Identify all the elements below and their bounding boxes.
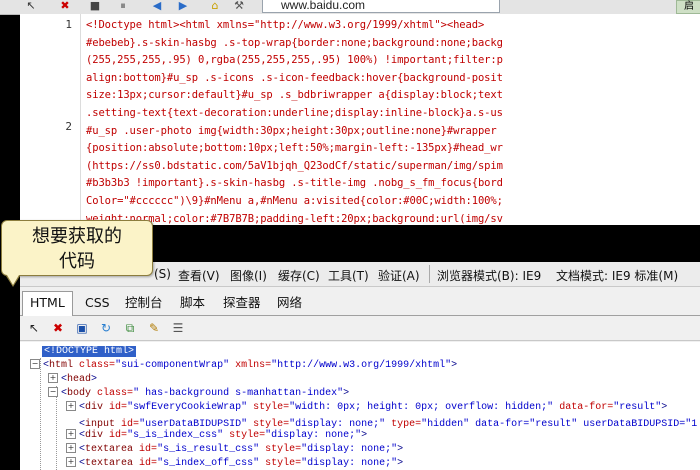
line-number: 2 [65, 120, 72, 133]
tree-node[interactable]: + <div id="s_is_index_css" style="display… [66, 429, 367, 443]
tab-script[interactable]: 脚本 [180, 292, 205, 314]
code-line: Color="#cccccc")\9}#nMenu a,#nMenu a:vis… [86, 194, 503, 207]
tree-node[interactable]: + <textarea id="s_is_result_css" style="d… [66, 443, 403, 457]
tree-node-html[interactable]: − <html class="sui-componentWrap" xmlns="… [30, 359, 457, 373]
code-line: weight:normal;color:#7B7B7B;padding-left… [86, 212, 503, 225]
clear-icon[interactable]: ✖ [50, 320, 66, 336]
dom-icon[interactable]: ⧉ [122, 320, 138, 336]
collapse-icon[interactable]: − [48, 387, 58, 397]
callout-annotation: 想要获取的 代码 [1, 220, 153, 276]
tab-console[interactable]: 控制台 [125, 292, 163, 314]
tree-guide [40, 358, 41, 470]
callout-line: 代码 [59, 251, 95, 272]
address-bar[interactable]: www.baidu.com [262, 0, 500, 13]
code-line: align:bottom}#u_sp .s-icons .s-icon-feed… [86, 71, 503, 84]
code-line: #u_sp .user-photo img{width:30px;height:… [86, 124, 497, 137]
expand-icon[interactable]: + [66, 401, 76, 411]
menu-tools[interactable]: 工具(T) [328, 267, 369, 284]
expand-icon[interactable]: + [66, 429, 76, 439]
source-code: <!Doctype html><html xmlns="http://www.w… [86, 17, 700, 225]
callout-line: 想要获取的 [32, 226, 122, 247]
forward-icon[interactable]: ▶ [176, 0, 190, 12]
dom-tree: <!DOCTYPE html> − <html class="sui-compon… [20, 342, 700, 470]
browser-toolbar: ↖ ✖ ■ ⏸ ◀ ▶ ⌂ ⚒ www.baidu.com 启 [0, 0, 700, 15]
source-view: 1 2 <!Doctype html><html xmlns="http://w… [20, 14, 700, 225]
clear-icon[interactable]: ✖ [58, 0, 72, 12]
back-icon[interactable]: ◀ [150, 0, 164, 12]
line-number: 1 [65, 18, 72, 31]
save-icon[interactable]: ▣ [74, 320, 90, 336]
expand-icon[interactable]: + [66, 457, 76, 467]
menu-images[interactable]: 图像(I) [230, 267, 267, 284]
tab-network[interactable]: 网络 [277, 292, 302, 314]
launch-button[interactable]: 启 [676, 0, 700, 14]
tree-node[interactable]: <input id="userDataBIDUPSID" style="disp… [66, 415, 697, 430]
menu-separator [429, 265, 430, 283]
menu-search[interactable]: (S) [154, 267, 171, 281]
menu-document-mode[interactable]: 文档模式: IE9 标准(M) [556, 267, 678, 284]
developer-tools: (S) 查看(V) 图像(I) 缓存(C) 工具(T) 验证(A) 浏览器模式(… [20, 262, 700, 470]
devtools-tab-bar: HTML CSS 控制台 脚本 探查器 网络 [20, 288, 700, 316]
line-gutter: 1 2 [20, 14, 81, 225]
menu-browser-mode[interactable]: 浏览器模式(B): IE9 [437, 267, 541, 284]
code-line: #b3b3b3 !important}.s-skin-hasbg .s-titl… [86, 177, 503, 190]
pointer-icon[interactable]: ↖ [24, 0, 38, 12]
word-wrap-icon[interactable]: ☰ [170, 320, 186, 336]
tab-css[interactable]: CSS [85, 292, 110, 314]
expand-icon[interactable]: + [66, 443, 76, 453]
tree-node[interactable]: + <div id="swfEveryCookieWrap" style="wid… [66, 401, 667, 415]
devtools-icon-bar: ↖ ✖ ▣ ↻ ⧉ ✎ ☰ [20, 317, 700, 341]
callout-tail-fill [7, 275, 19, 285]
code-line: #ebebeb}.s-skin-hasbg .s-top-wrap{border… [86, 36, 503, 49]
refresh-icon[interactable]: ↻ [98, 320, 114, 336]
tree-node-doctype[interactable]: <!DOCTYPE html> [42, 345, 137, 359]
tree-node[interactable]: + <textarea id="s_index_off_css" style="d… [66, 457, 403, 470]
code-line: size:13px;cursor:default}#u_sp .s_bdbriw… [86, 89, 503, 102]
menu-view[interactable]: 查看(V) [178, 267, 220, 284]
pause-icon[interactable]: ⏸ [116, 0, 130, 12]
stop-icon[interactable]: ■ [88, 0, 102, 12]
code-line: <!Doctype html><html xmlns="http://www.w… [86, 19, 485, 31]
menu-validate[interactable]: 验证(A) [378, 267, 420, 284]
code-line: (https://ss0.bdstatic.com/5aV1bjqh_Q23od… [86, 159, 503, 172]
home-icon[interactable]: ⌂ [208, 0, 222, 12]
menu-cache[interactable]: 缓存(C) [278, 267, 320, 284]
tab-profiler[interactable]: 探查器 [223, 292, 261, 314]
expand-icon[interactable]: + [48, 373, 58, 383]
code-line: (255,255,255,.95) 0,rgba(255,255,255,.95… [86, 54, 503, 67]
collapse-icon[interactable]: − [30, 359, 40, 369]
code-line: {position:absolute;bottom:10px;left:50%;… [86, 142, 503, 155]
edit-icon[interactable]: ✎ [146, 320, 162, 336]
tree-node-head[interactable]: + <head> [48, 373, 97, 387]
code-line: .setting-text{text-decoration:underline;… [86, 106, 503, 119]
tab-html[interactable]: HTML [22, 291, 73, 316]
select-element-icon[interactable]: ↖ [26, 320, 42, 336]
tools-icon[interactable]: ⚒ [232, 0, 246, 12]
tree-node-body[interactable]: − <body class=" has-background s-manhatta… [48, 387, 349, 401]
